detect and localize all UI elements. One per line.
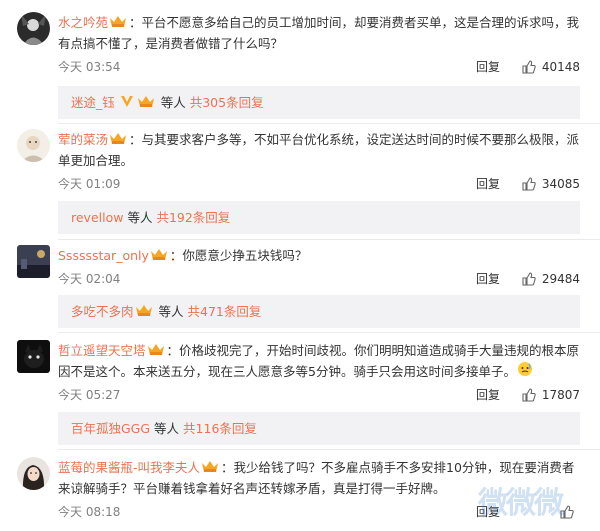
divider	[58, 332, 600, 333]
replies-summary[interactable]: revellow 等人 共192条回复	[58, 201, 580, 234]
crown-badge-icon	[109, 15, 127, 31]
timestamp: 今天 01:09	[58, 177, 121, 191]
crown-badge-icon	[135, 304, 153, 320]
avatar[interactable]	[17, 340, 50, 373]
divider	[58, 123, 600, 124]
comment-meta: 今天 03:54 回复 40148	[58, 58, 580, 76]
timestamp: 今天 02:04	[58, 272, 121, 286]
reply-count-link[interactable]: 共471条回复	[188, 304, 262, 319]
comment-body: ：你愿意少挣五块钱吗？	[169, 248, 308, 263]
reply-suffix: 等人	[158, 304, 184, 319]
verified-v-icon	[120, 95, 134, 111]
reply-button[interactable]: 回复	[476, 270, 500, 288]
comment-body: ：平台不愿意多给自己的员工增加时间，却要消费者买单，这是合理的诉求吗，我有点搞不…	[58, 15, 580, 51]
like-count: 40148	[541, 60, 580, 74]
comment-body: ：与其要求客户多等，不如平台优化系统，设定送达时间的时候不要那么极限，派单更加合…	[58, 132, 580, 168]
avatar[interactable]	[17, 457, 50, 490]
thumbs-up-icon	[522, 388, 536, 402]
reply-suffix: 等人	[127, 210, 153, 225]
reply-count-link[interactable]: 共192条回复	[156, 210, 230, 225]
username-link[interactable]: 水之吟苑	[58, 15, 108, 30]
reply-user-link[interactable]: revellow	[71, 210, 123, 225]
avatar[interactable]	[17, 12, 50, 45]
username-link[interactable]: Sssssstar_only	[58, 248, 149, 263]
avatar[interactable]	[17, 245, 50, 278]
thumbs-up-icon	[522, 272, 536, 286]
replies-summary[interactable]: 迷途_钰 等人 共305条回复	[58, 86, 580, 119]
avatar[interactable]	[17, 129, 50, 162]
reply-user-link[interactable]: 迷途_钰	[71, 95, 115, 110]
comment-meta: 今天 01:09 回复 34085	[58, 175, 580, 193]
reply-user-link[interactable]: 多吃不多肉	[71, 304, 134, 319]
reply-button[interactable]: 回复	[476, 386, 500, 404]
username-link[interactable]: 哲立遥望天空塔	[58, 343, 146, 358]
comment-text: 荤的菜汤 ：与其要求客户多等，不如平台优化系统，设定送达时间的时候不要那么极限，派…	[58, 129, 586, 171]
crown-badge-icon	[137, 95, 155, 111]
like-count: 17807	[541, 388, 580, 402]
timestamp: 今天 05:27	[58, 388, 121, 402]
reply-count-link[interactable]: 共116条回复	[183, 421, 257, 436]
emoji-icon	[517, 361, 533, 380]
reply-button[interactable]: 回复	[476, 175, 500, 193]
reply-button[interactable]: 回复	[476, 58, 500, 76]
replies-summary[interactable]: 百年孤独GGG 等人 共116条回复	[58, 412, 580, 445]
reply-user-link[interactable]: 百年孤独GGG	[71, 421, 150, 436]
comment-text: 哲立遥望天空塔 ：价格歧视完了，开始时间歧视。你们明明知道造成骑手大量违规的根本原…	[58, 340, 586, 382]
reply-count-link[interactable]: 共305条回复	[190, 95, 264, 110]
replies-summary[interactable]: 多吃不多肉 等人 共471条回复	[58, 295, 580, 328]
like-button[interactable]: 34085	[522, 175, 580, 193]
crown-badge-icon	[109, 132, 127, 148]
comment-text: 水之吟苑 ：平台不愿意多给自己的员工增加时间，却要消费者买单，这是合理的诉求吗，我…	[58, 12, 586, 54]
thumbs-up-icon	[522, 60, 536, 74]
thumbs-up-icon	[522, 177, 536, 191]
crown-badge-icon	[201, 460, 219, 476]
like-button[interactable]: 17807	[522, 386, 580, 404]
crown-badge-icon	[150, 248, 168, 264]
timestamp: 今天 08:18	[58, 505, 121, 519]
reply-suffix: 等人	[154, 421, 180, 436]
comment-text: Sssssstar_only ：你愿意少挣五块钱吗？	[58, 245, 586, 266]
comment-meta: 今天 02:04 回复 29484	[58, 270, 580, 288]
reply-suffix: 等人	[160, 95, 186, 110]
like-button[interactable]: 29484	[522, 270, 580, 288]
watermark: 微微微	[478, 486, 564, 521]
comment-meta: 今天 05:27 回复 17807	[58, 386, 580, 404]
like-count: 34085	[541, 177, 580, 191]
username-link[interactable]: 蓝莓的果酱瓶-叫我李夫人	[58, 460, 200, 475]
divider	[58, 449, 600, 450]
divider	[58, 239, 600, 240]
username-link[interactable]: 荤的菜汤	[58, 132, 108, 147]
like-count: 29484	[541, 272, 580, 286]
crown-badge-icon	[147, 343, 165, 359]
like-button[interactable]: 40148	[522, 58, 580, 76]
timestamp: 今天 03:54	[58, 60, 121, 74]
